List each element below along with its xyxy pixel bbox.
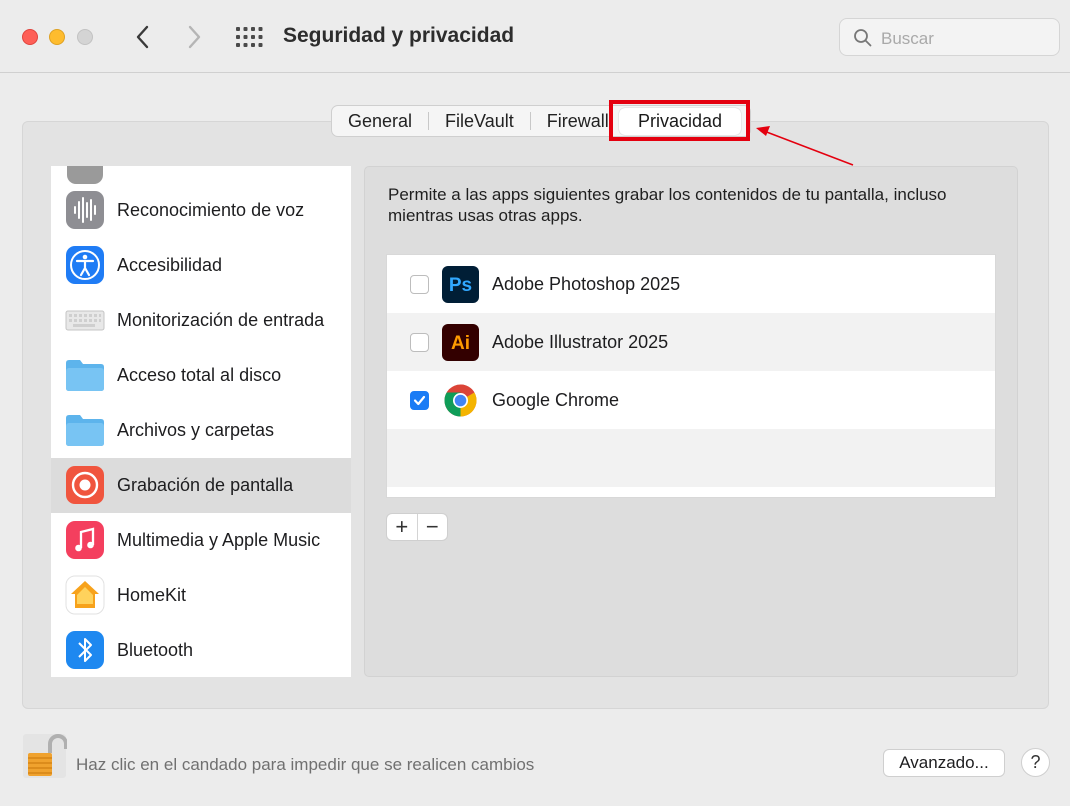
sidebar-item-label: Monitorización de entrada xyxy=(117,310,325,330)
zoom-window-button[interactable] xyxy=(77,29,93,45)
sidebar-item-label: Acceso total al disco xyxy=(117,365,282,385)
sidebar-item-homekit[interactable]: HomeKit xyxy=(51,568,351,623)
sidebar-item-label: Reconocimiento de voz xyxy=(117,200,305,220)
app-permission-list[interactable]: Ps Adobe Photoshop 2025 Ai Adobe Illustr… xyxy=(386,254,996,498)
title-bar: Seguridad y privacidad Buscar xyxy=(0,0,1070,73)
search-field[interactable]: Buscar xyxy=(839,18,1060,56)
folder-icon xyxy=(65,410,105,450)
sidebar-item-files-folders[interactable]: Archivos y carpetas xyxy=(51,403,351,458)
sidebar-item-label: Archivos y carpetas xyxy=(117,420,275,440)
chrome-checkbox[interactable] xyxy=(410,391,429,410)
chevron-right-icon xyxy=(188,25,201,49)
sidebar-item-label: HomeKit xyxy=(117,585,187,605)
sidebar-item-label: Grabación de pantalla xyxy=(117,475,294,495)
empty-row xyxy=(387,429,995,487)
photoshop-checkbox[interactable] xyxy=(410,275,429,294)
app-row-chrome[interactable]: Google Chrome xyxy=(387,371,995,429)
chrome-icon xyxy=(442,382,479,419)
minimize-window-button[interactable] xyxy=(49,29,65,45)
annotation-highlight-box xyxy=(609,100,750,141)
close-window-button[interactable] xyxy=(22,29,38,45)
app-name: Google Chrome xyxy=(492,390,620,410)
app-row-photoshop[interactable]: Ps Adobe Photoshop 2025 xyxy=(387,255,995,313)
sidebar-item-label: Multimedia y Apple Music xyxy=(117,530,321,550)
forward-button[interactable] xyxy=(182,22,206,52)
sidebar-item-label: Accesibilidad xyxy=(117,255,223,275)
search-icon xyxy=(854,29,872,47)
sidebar-item-full-disk-access[interactable]: Acceso total al disco xyxy=(51,348,351,403)
photoshop-icon: Ps xyxy=(442,266,479,303)
search-placeholder: Buscar xyxy=(881,29,934,48)
privacy-category-list[interactable]: Reconocimiento de voz Accesibilidad Moni… xyxy=(51,166,351,677)
sidebar-item-label: Bluetooth xyxy=(117,640,194,660)
chevron-left-icon xyxy=(136,25,149,49)
sidebar-item-accessibility[interactable]: Accesibilidad xyxy=(51,238,351,293)
tab-general[interactable]: General xyxy=(332,111,428,132)
illustrator-icon: Ai xyxy=(442,324,479,361)
sidebar-item-bluetooth[interactable]: Bluetooth xyxy=(51,623,351,677)
waveform-icon xyxy=(65,190,105,230)
music-icon xyxy=(65,520,105,560)
svg-text:Ps: Ps xyxy=(449,275,472,296)
add-app-button[interactable]: + xyxy=(387,514,417,540)
screen-record-icon xyxy=(65,465,105,505)
home-icon xyxy=(65,575,105,615)
sidebar-item-screen-recording[interactable]: Grabación de pantalla xyxy=(51,458,351,513)
bluetooth-icon xyxy=(65,630,105,670)
sidebar-item-speech-recognition[interactable]: Reconocimiento de voz xyxy=(51,183,351,238)
grid-icon xyxy=(236,27,263,47)
sidebar-item-input-monitoring[interactable]: Monitorización de entrada xyxy=(51,293,351,348)
remove-app-button[interactable]: − xyxy=(417,514,447,540)
window-title: Seguridad y privacidad xyxy=(283,24,515,47)
sidebar-item-media-apple-music[interactable]: Multimedia y Apple Music xyxy=(51,513,351,568)
help-button[interactable]: ? xyxy=(1021,748,1050,777)
tab-filevault[interactable]: FileVault xyxy=(429,111,530,132)
app-row-illustrator[interactable]: Ai Adobe Illustrator 2025 xyxy=(387,313,995,371)
advanced-button[interactable]: Avanzado... xyxy=(883,749,1005,777)
permission-description: Permite a las apps siguientes grabar los… xyxy=(388,185,947,225)
show-all-button[interactable] xyxy=(236,27,263,47)
add-remove-control: + − xyxy=(386,513,448,541)
folder-icon xyxy=(65,355,105,395)
app-name: Adobe Photoshop 2025 xyxy=(492,274,681,294)
keyboard-icon xyxy=(65,300,105,340)
back-button[interactable] xyxy=(131,22,155,52)
illustrator-checkbox[interactable] xyxy=(410,333,429,352)
unlocked-padlock-icon xyxy=(23,734,68,778)
annotation-arrow-icon xyxy=(756,126,854,166)
svg-text:Ai: Ai xyxy=(451,333,470,354)
accessibility-icon xyxy=(65,245,105,285)
lock-button[interactable] xyxy=(22,733,68,779)
app-name: Adobe Illustrator 2025 xyxy=(492,332,669,352)
lock-hint-text: Haz clic en el candado para impedir que … xyxy=(76,755,535,774)
checkmark-icon xyxy=(413,395,426,406)
